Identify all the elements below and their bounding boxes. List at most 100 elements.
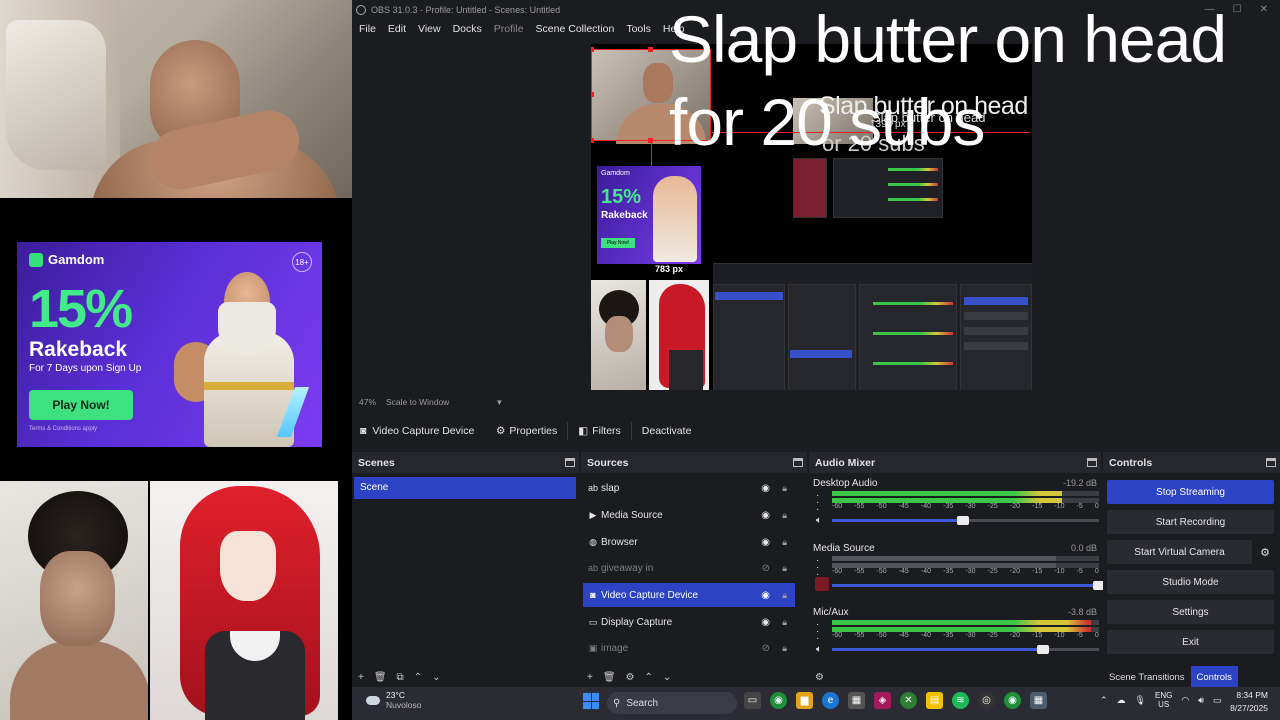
source-item[interactable]: ab slap ◉ 🔒︎ <box>583 476 795 500</box>
source-item[interactable]: ab giveaway in ⊘ 🔒︎ <box>583 556 795 580</box>
gear-icon[interactable]: ⚙ <box>1256 540 1274 564</box>
volume-slider[interactable] <box>832 645 1099 654</box>
undock-icon[interactable] <box>793 458 803 467</box>
onedrive-icon[interactable]: ☁ <box>1117 695 1126 706</box>
app-icon[interactable]: ◈ <box>874 692 891 709</box>
eye-icon[interactable]: ◉ <box>761 590 770 601</box>
eye-icon[interactable]: ◉ <box>761 617 770 628</box>
chevron-up-icon[interactable]: ⌃ <box>1100 695 1108 706</box>
menu-file[interactable]: File <box>359 23 376 35</box>
task-view-icon[interactable]: ▭ <box>744 692 761 709</box>
eye-icon[interactable]: ◉ <box>761 483 770 494</box>
resize-handle[interactable] <box>591 92 594 97</box>
settings-button[interactable]: Settings <box>1107 600 1274 624</box>
source-item[interactable]: ▣ image ⊘ 🔒︎ <box>583 636 795 660</box>
tab-controls[interactable]: Controls <box>1190 666 1238 688</box>
move-down-icon[interactable]: ⌄ <box>663 672 671 683</box>
speaker-icon[interactable]: 🔈︎ <box>816 515 822 526</box>
volume-icon[interactable]: 🔊︎ <box>1198 695 1204 706</box>
lock-icon[interactable]: 🔒︎ <box>782 483 787 494</box>
eye-icon[interactable]: ◉ <box>761 537 770 548</box>
tab-scene-transitions[interactable]: Scene Transitions <box>1103 666 1191 688</box>
notes-icon[interactable]: ▤ <box>926 692 943 709</box>
resize-handle[interactable] <box>591 138 594 143</box>
maximize-icon[interactable]: ☐ <box>1233 4 1242 15</box>
start-virtual-camera-button[interactable]: Start Virtual Camera <box>1107 540 1252 564</box>
edge-icon[interactable]: e <box>822 692 839 709</box>
battery-icon[interactable]: ▭ <box>1213 695 1222 706</box>
zoom-mode-select[interactable]: Scale to Window <box>386 397 449 407</box>
source-item-selected[interactable]: ◙ Video Capture Device ◉ 🔒︎ <box>583 583 795 607</box>
chrome-icon[interactable]: ◉ <box>770 692 787 709</box>
copy-icon[interactable]: ⧉ <box>397 672 404 683</box>
move-up-icon[interactable]: ⌃ <box>645 672 653 683</box>
mute-button[interactable] <box>815 577 829 591</box>
preview-ad[interactable]: Gamdom 15% Rakeback Play Now! <box>597 166 701 264</box>
channel-menu-icon[interactable]: · · · <box>816 556 819 580</box>
menu-view[interactable]: View <box>418 23 441 35</box>
eye-icon[interactable]: ◉ <box>761 510 770 521</box>
menu-edit[interactable]: Edit <box>388 23 406 35</box>
lock-icon[interactable]: 🔒︎ <box>782 563 787 574</box>
windows-start-icon[interactable] <box>583 693 599 709</box>
gear-icon[interactable]: ⚙ <box>626 672 635 683</box>
lock-icon[interactable]: 🔒︎ <box>782 590 787 601</box>
exit-button[interactable]: Exit <box>1107 630 1274 654</box>
stop-streaming-button[interactable]: Stop Streaming <box>1107 480 1274 504</box>
volume-slider-handle[interactable] <box>1036 645 1049 654</box>
lock-icon[interactable]: 🔒︎ <box>782 510 787 521</box>
lock-icon[interactable]: 🔒︎ <box>782 537 787 548</box>
properties-button[interactable]: ⚙ Properties <box>488 420 565 442</box>
add-icon[interactable]: + <box>587 672 593 683</box>
move-up-icon[interactable]: ⌃ <box>414 672 422 683</box>
taskbar-search[interactable]: ⚲ Search <box>607 692 737 714</box>
xbox-icon[interactable]: ✕ <box>900 692 917 709</box>
resize-handle[interactable] <box>591 47 594 52</box>
channel-menu-icon[interactable]: · · · <box>816 491 819 515</box>
start-recording-button[interactable]: Start Recording <box>1107 510 1274 534</box>
preview-anime-image[interactable] <box>649 280 709 390</box>
move-down-icon[interactable]: ⌄ <box>432 672 440 683</box>
undock-icon[interactable] <box>1266 458 1276 467</box>
source-item[interactable]: ▶ Media Source ◉ 🔒︎ <box>583 503 795 527</box>
obs-taskbar-icon[interactable]: ◎ <box>978 692 995 709</box>
deactivate-button[interactable]: Deactivate <box>634 420 700 442</box>
microphone-icon[interactable]: 🎙︎ <box>1135 695 1146 706</box>
lock-icon[interactable]: 🔒︎ <box>782 643 787 654</box>
file-explorer-icon[interactable]: ▆ <box>796 692 813 709</box>
menu-scene-collection[interactable]: Scene Collection <box>536 23 615 35</box>
speaker-icon[interactable]: 🔈︎ <box>816 644 822 655</box>
store-icon[interactable]: ▦ <box>848 692 865 709</box>
trash-icon[interactable]: 🗑 <box>603 672 616 683</box>
volume-slider[interactable] <box>832 516 1099 525</box>
trash-icon[interactable]: 🗑 <box>374 672 387 683</box>
clock[interactable]: 8:34 PM 8/27/2025 <box>1230 689 1268 715</box>
eye-hidden-icon[interactable]: ⊘ <box>762 563 770 574</box>
weather-widget[interactable]: 23°C Nuvoloso <box>366 690 421 710</box>
undock-icon[interactable] <box>565 458 575 467</box>
menu-profile[interactable]: Profile <box>494 23 524 35</box>
studio-mode-button[interactable]: Studio Mode <box>1107 570 1274 594</box>
source-item[interactable]: ◍ Browser ◉ 🔒︎ <box>583 530 795 554</box>
chrome-icon[interactable]: ◉ <box>1004 692 1021 709</box>
spotify-icon[interactable]: ≋ <box>952 692 969 709</box>
language-indicator[interactable]: ENG US <box>1155 691 1172 709</box>
scene-item[interactable]: Scene <box>354 477 576 499</box>
volume-slider[interactable] <box>832 581 1105 590</box>
close-icon[interactable]: ✕ <box>1260 4 1268 15</box>
eye-hidden-icon[interactable]: ⊘ <box>762 643 770 654</box>
settings-icon[interactable]: ⚙ <box>815 672 824 683</box>
chevron-down-icon[interactable]: ▼ <box>495 398 503 407</box>
lock-icon[interactable]: 🔒︎ <box>782 617 787 628</box>
wifi-icon[interactable]: ◠ <box>1181 695 1189 706</box>
add-icon[interactable]: + <box>358 672 364 683</box>
filters-button[interactable]: ◧ Filters <box>570 420 629 442</box>
menu-tools[interactable]: Tools <box>626 23 651 35</box>
resize-handle[interactable] <box>648 47 653 52</box>
volume-slider-handle[interactable] <box>956 516 969 525</box>
calculator-icon[interactable]: ▦ <box>1030 692 1047 709</box>
source-item[interactable]: ▭ Display Capture ◉ 🔒︎ <box>583 610 795 634</box>
channel-menu-icon[interactable]: · · · <box>816 620 819 644</box>
undock-icon[interactable] <box>1087 458 1097 467</box>
preview-webcam-2[interactable] <box>591 280 646 390</box>
